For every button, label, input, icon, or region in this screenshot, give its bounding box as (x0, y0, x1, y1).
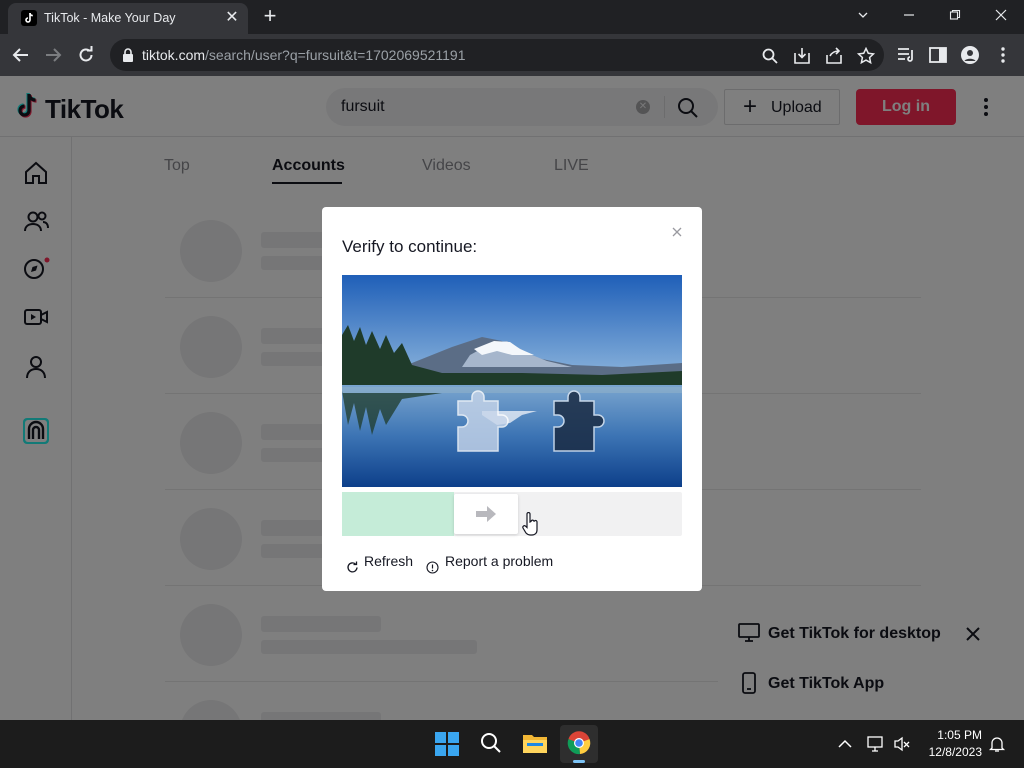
notification-bell-icon[interactable] (988, 735, 1006, 753)
tab-title: TikTok - Make Your Day (44, 11, 176, 25)
info-icon (426, 561, 439, 574)
slider-progress-fill (342, 492, 454, 536)
zoom-search-icon[interactable] (761, 47, 779, 65)
reload-icon[interactable] (73, 42, 99, 68)
clock-time[interactable]: 1:05 PM (930, 728, 982, 742)
forward-icon[interactable] (40, 42, 66, 68)
browser-tab-strip: TikTok - Make Your Day ✕ + (0, 0, 1024, 34)
hand-cursor-icon (522, 512, 538, 536)
chrome-taskbar-button[interactable] (560, 725, 598, 763)
active-app-indicator (573, 760, 585, 763)
address-bar[interactable]: tiktok.com/search/user?q=fursuit&t=17020… (110, 39, 884, 71)
windows-start-icon[interactable] (435, 732, 459, 756)
lock-icon (123, 48, 133, 62)
new-tab-button[interactable]: + (258, 5, 282, 28)
taskbar-search-icon[interactable] (480, 732, 502, 754)
share-icon[interactable] (825, 47, 843, 65)
windows-taskbar: 1:05 PM 12/8/2023 (0, 720, 1024, 768)
captcha-puzzle-image (342, 275, 682, 487)
show-hidden-icons-icon[interactable] (836, 735, 854, 753)
profile-icon[interactable] (960, 46, 980, 64)
url-path: /search/user?q=fursuit&t=1702069521191 (205, 47, 466, 63)
install-app-icon[interactable] (793, 47, 811, 65)
bookmark-star-icon[interactable] (857, 47, 875, 65)
browser-toolbar: tiktok.com/search/user?q=fursuit&t=17020… (0, 34, 1024, 76)
tab-close-icon[interactable]: ✕ (223, 9, 241, 27)
url-host: tiktok.com (142, 47, 206, 63)
restore-icon[interactable] (940, 4, 970, 26)
back-icon[interactable] (8, 42, 34, 68)
network-icon[interactable] (867, 735, 885, 753)
url-text[interactable]: tiktok.com/search/user?q=fursuit&t=17020… (142, 47, 466, 63)
tiktok-page: TikTok fursuit ✕ + Upload Log in Top Acc… (0, 76, 1024, 720)
browser-tab[interactable]: TikTok - Make Your Day ✕ (8, 3, 248, 34)
clock-date[interactable]: 12/8/2023 (922, 745, 982, 759)
slider-handle[interactable] (454, 494, 518, 534)
refresh-icon[interactable] (346, 561, 359, 574)
modal-title: Verify to continue: (342, 237, 478, 256)
captcha-modal: Verify to continue: Refresh Report a pro… (322, 207, 702, 591)
file-explorer-icon[interactable] (522, 732, 548, 754)
refresh-link[interactable]: Refresh (364, 553, 413, 569)
volume-muted-icon[interactable] (893, 735, 911, 753)
arrow-right-icon (476, 506, 496, 522)
minimize-icon[interactable] (894, 4, 924, 26)
window-close-icon[interactable] (986, 4, 1016, 26)
tab-search-icon[interactable] (848, 4, 878, 26)
chrome-icon (567, 731, 591, 755)
captcha-slider-track[interactable] (342, 492, 682, 536)
report-problem-link[interactable]: Report a problem (445, 553, 553, 569)
close-icon[interactable] (670, 225, 684, 239)
tiktok-favicon-icon (21, 10, 37, 26)
media-control-icon[interactable] (896, 46, 916, 64)
chrome-menu-icon[interactable] (993, 46, 1013, 64)
side-panel-icon[interactable] (928, 46, 948, 64)
